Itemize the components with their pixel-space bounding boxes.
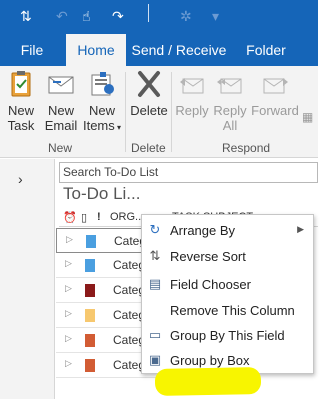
touch-mode-icon[interactable]: ☝ xyxy=(82,7,91,25)
reply-label: Reply xyxy=(175,103,209,118)
more-respond-icon[interactable]: ▦ xyxy=(302,110,313,125)
reply-all-label: Reply All xyxy=(213,103,247,133)
reverse-sort-icon: ⇅ xyxy=(149,248,161,263)
menu-item-label: Field Chooser xyxy=(170,277,251,292)
tab-home[interactable]: Home xyxy=(66,34,126,66)
tab-file[interactable]: File xyxy=(0,34,64,66)
new-items-icon xyxy=(91,72,114,96)
group-label-delete: Delete xyxy=(131,141,166,155)
category-color-swatch xyxy=(85,334,95,347)
column-header-org[interactable]: ORG... xyxy=(110,211,144,223)
reminder-column-icon[interactable]: ⏰ xyxy=(63,211,77,224)
forward-button[interactable]: Forward xyxy=(250,70,300,118)
expand-folder-pane-icon[interactable]: › xyxy=(18,171,23,187)
new-email-button[interactable]: New Email xyxy=(43,70,79,133)
folder-pane-collapsed: › xyxy=(0,159,55,399)
field-chooser-icon: ▤ xyxy=(148,276,162,291)
category-color-swatch xyxy=(85,284,95,297)
envelope-icon xyxy=(48,76,74,94)
importance-column-icon[interactable]: ! xyxy=(97,211,101,223)
reply-all-button[interactable]: Reply All xyxy=(212,70,248,133)
reply-icon xyxy=(180,78,204,94)
search-input[interactable]: Search To-Do List xyxy=(59,162,318,183)
send-receive-all-icon[interactable]: ⇅ xyxy=(20,7,32,25)
group-label-respond: Respond xyxy=(222,141,271,155)
group-by-box-icon: ▣ xyxy=(148,352,162,367)
document-column-icon[interactable]: ▯ xyxy=(81,211,87,224)
new-items-label: New Items ▾ xyxy=(82,103,122,133)
yellow-highlight-mark xyxy=(154,367,262,396)
menu-item-label: Group by Box xyxy=(170,353,250,368)
undo-icon[interactable]: ↶ xyxy=(56,7,68,25)
category-color-swatch xyxy=(85,359,95,372)
menu-item-field-chooser[interactable]: ▤ Field Chooser xyxy=(142,272,313,297)
delete-label: Delete xyxy=(130,103,168,118)
category-color-swatch xyxy=(86,235,96,248)
menu-item-reverse-sort[interactable]: ⇅ Reverse Sort xyxy=(142,244,313,269)
arrange-by-icon: ↻ xyxy=(149,222,161,237)
tab-folder[interactable]: Folder xyxy=(234,34,298,66)
group-by-field-icon: ▭ xyxy=(148,327,162,342)
menu-item-label: Reverse Sort xyxy=(170,249,246,264)
chevron-down-icon[interactable]: ▾ xyxy=(212,7,219,25)
expand-triangle-icon[interactable]: ▷ xyxy=(65,358,72,369)
ribbon-separator xyxy=(125,72,126,152)
submenu-arrow-icon: ▶ xyxy=(297,224,304,234)
category-color-swatch xyxy=(85,259,95,272)
expand-triangle-icon[interactable]: ▷ xyxy=(65,258,72,269)
reply-all-icon xyxy=(217,78,242,94)
reply-button[interactable]: Reply xyxy=(174,70,210,118)
new-task-label: New Task xyxy=(7,103,35,133)
expand-triangle-icon[interactable]: ▷ xyxy=(65,308,72,319)
menu-item-label: Remove This Column xyxy=(170,303,295,318)
ribbon-separator xyxy=(171,72,172,152)
delete-button[interactable]: Delete xyxy=(128,70,170,118)
customize-icon[interactable]: ✲ xyxy=(180,7,192,25)
list-title: To-Do Li... xyxy=(63,184,141,203)
forward-label: Forward xyxy=(251,103,299,118)
menu-item-group-by-field[interactable]: ▭ Group By This Field xyxy=(142,323,313,348)
toolbar-separator xyxy=(148,4,149,22)
quick-access-toolbar: ⇅ ↶ ☝ ↷ ✲ ▾ xyxy=(0,0,318,34)
expand-triangle-icon[interactable]: ▷ xyxy=(65,283,72,294)
menu-item-remove-column[interactable]: Remove This Column xyxy=(142,298,313,323)
category-color-swatch xyxy=(85,309,95,322)
new-email-label: New Email xyxy=(44,103,78,133)
menu-item-arrange-by[interactable]: ↻ Arrange By ▶ xyxy=(142,218,313,243)
menu-item-label: Group By This Field xyxy=(170,328,285,343)
column-context-menu: ↻ Arrange By ▶ ⇅ Reverse Sort ▤ Field Ch… xyxy=(141,214,314,374)
delete-x-icon xyxy=(138,71,160,97)
new-items-button[interactable]: New Items ▾ xyxy=(82,70,122,135)
forward-icon xyxy=(263,78,288,94)
menu-item-label: Arrange By xyxy=(170,223,236,238)
new-task-button[interactable]: New Task xyxy=(3,70,39,133)
tab-send-receive[interactable]: Send / Receive xyxy=(128,34,230,66)
dropdown-arrow-icon: ▾ xyxy=(114,123,122,132)
group-label-new: New xyxy=(48,141,73,155)
expand-triangle-icon[interactable]: ▷ xyxy=(65,333,72,344)
expand-triangle-icon[interactable]: ▷ xyxy=(66,234,73,245)
ribbon-tabs: File Home Send / Receive Folder xyxy=(0,34,318,66)
clipboard-icon xyxy=(11,71,31,97)
redo-icon[interactable]: ↷ xyxy=(112,7,124,25)
ribbon: New Task New Email New Items ▾ New Delet… xyxy=(0,66,318,158)
